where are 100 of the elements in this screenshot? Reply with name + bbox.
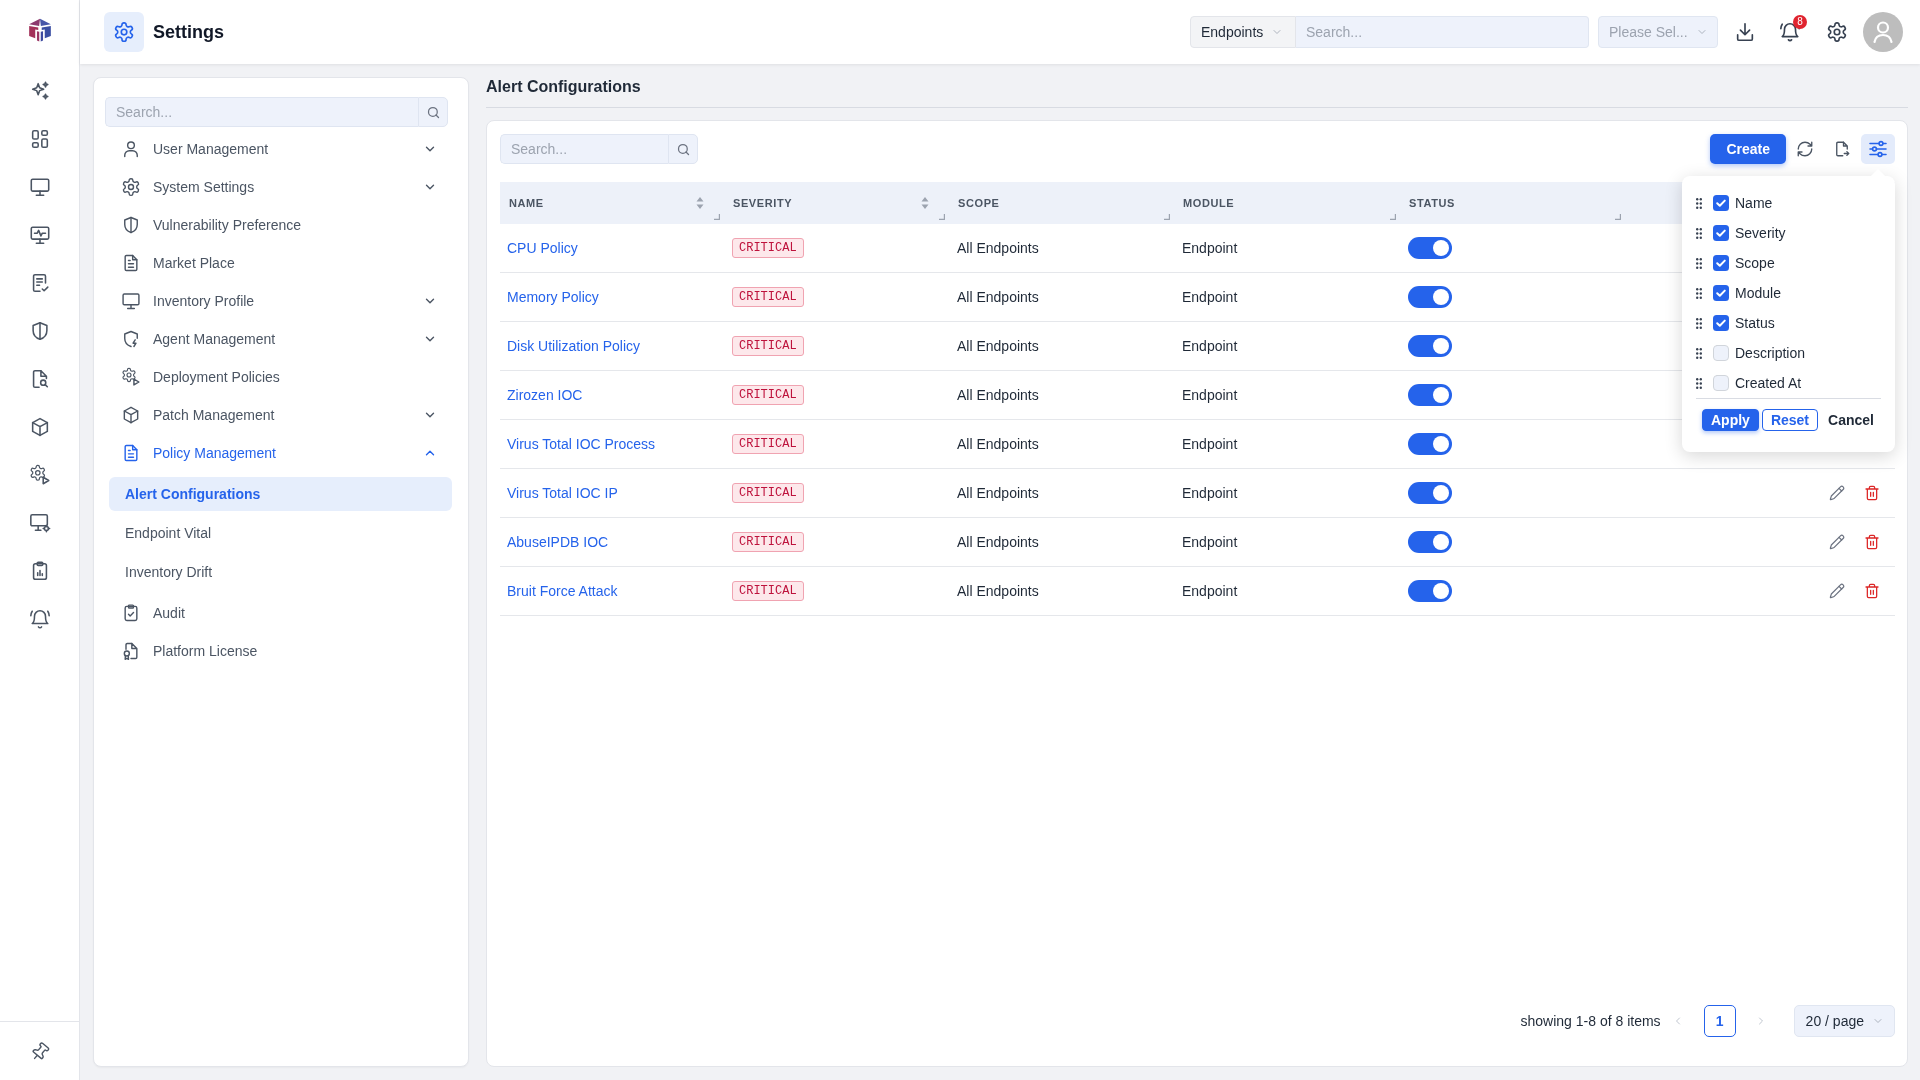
sidebar-item[interactable]: Patch Management — [105, 396, 448, 434]
sidebar-item[interactable]: Platform License — [105, 632, 448, 670]
pencil-icon[interactable] — [1829, 485, 1845, 501]
status-toggle[interactable] — [1408, 286, 1452, 308]
severity-badge: CRITICAL — [732, 238, 804, 258]
bell-icon[interactable] — [28, 608, 51, 630]
trash-icon[interactable] — [1864, 583, 1880, 599]
policy-link[interactable]: Memory Policy — [507, 289, 599, 305]
sidebar-subitem[interactable]: Endpoint Vital — [109, 516, 452, 550]
gear-icon — [104, 12, 144, 52]
export-icon[interactable] — [1833, 140, 1851, 158]
module-text: Endpoint — [1182, 240, 1238, 256]
resize-handle-icon[interactable] — [1164, 214, 1170, 220]
scope-select[interactable]: Endpoints — [1190, 16, 1296, 48]
column-option-label: Description — [1735, 345, 1806, 361]
policy-link[interactable]: AbuseIPDB IOC — [507, 534, 609, 550]
status-toggle[interactable] — [1408, 433, 1452, 455]
drag-handle-icon[interactable] — [1696, 197, 1702, 209]
sidebar-item[interactable]: User Management — [105, 130, 448, 168]
sidebar-subitem[interactable]: Inventory Drift — [109, 555, 452, 589]
filter-select[interactable]: Please Sel... — [1598, 16, 1718, 48]
checkbox[interactable] — [1713, 285, 1729, 301]
severity-badge: CRITICAL — [732, 434, 804, 454]
status-toggle[interactable] — [1408, 482, 1452, 504]
checkbox[interactable] — [1713, 315, 1729, 331]
checkbox[interactable] — [1713, 195, 1729, 211]
user-icon — [121, 139, 141, 159]
monitor-icon[interactable] — [28, 176, 51, 198]
refresh-icon[interactable] — [1796, 140, 1814, 158]
sidebar-item[interactable]: Vulnerability Preference — [105, 206, 448, 244]
page-size-select[interactable]: 20 / page — [1793, 1005, 1895, 1037]
sidebar-item[interactable]: Inventory Profile — [105, 282, 448, 320]
gear-play-icon[interactable] — [28, 464, 51, 486]
search-button[interactable] — [418, 97, 448, 127]
column-header[interactable]: NAME — [500, 182, 724, 224]
drag-handle-icon[interactable] — [1696, 377, 1702, 389]
drag-handle-icon[interactable] — [1696, 257, 1702, 269]
search-field[interactable]: Search... — [500, 134, 668, 164]
download-icon[interactable] — [1734, 21, 1756, 43]
status-toggle[interactable] — [1408, 531, 1452, 553]
pencil-icon[interactable] — [1829, 534, 1845, 550]
status-toggle[interactable] — [1408, 237, 1452, 259]
pencil-icon[interactable] — [1829, 583, 1845, 599]
apply-button[interactable]: Apply — [1702, 409, 1759, 431]
drag-handle-icon[interactable] — [1696, 287, 1702, 299]
sidebar-subitem[interactable]: Alert Configurations — [109, 477, 452, 511]
search-button[interactable] — [668, 134, 698, 164]
policy-link[interactable]: CPU Policy — [507, 240, 578, 256]
sidebar-item[interactable]: Audit — [105, 594, 448, 632]
drag-handle-icon[interactable] — [1696, 347, 1702, 359]
severity-badge: CRITICAL — [732, 483, 804, 503]
search-field[interactable]: Search... — [1296, 16, 1589, 48]
document-icon — [121, 443, 141, 463]
policy-link[interactable]: Virus Total IOC IP — [507, 485, 618, 501]
checkbox[interactable] — [1713, 255, 1729, 271]
drag-handle-icon[interactable] — [1696, 317, 1702, 329]
settings-icon[interactable] — [1826, 21, 1848, 43]
column-header[interactable]: MODULE — [1174, 182, 1400, 224]
resize-handle-icon[interactable] — [714, 214, 720, 220]
policy-link[interactable]: Virus Total IOC Process — [507, 436, 656, 452]
cancel-button[interactable]: Cancel — [1823, 409, 1879, 431]
policy-link[interactable]: Disk Utilization Policy — [507, 338, 641, 354]
module-text: Endpoint — [1182, 534, 1238, 550]
gear-play-icon — [121, 367, 141, 387]
checkbox[interactable] — [1713, 345, 1729, 361]
status-toggle[interactable] — [1408, 580, 1452, 602]
sidebar-item[interactable]: Policy Management — [105, 434, 448, 472]
trash-icon[interactable] — [1864, 534, 1880, 550]
page-button[interactable]: 1 — [1703, 1005, 1736, 1037]
resize-handle-icon[interactable] — [1615, 214, 1621, 220]
checkbox[interactable] — [1713, 375, 1729, 391]
reset-button[interactable]: Reset — [1761, 409, 1819, 431]
sidebar-item[interactable]: System Settings — [105, 168, 448, 206]
pin-icon[interactable] — [29, 1042, 50, 1062]
column-option-label: Status — [1735, 315, 1775, 331]
column-header[interactable]: SCOPE — [949, 182, 1174, 224]
sidebar-item[interactable]: Deployment Policies — [105, 358, 448, 396]
module-text: Endpoint — [1182, 583, 1238, 599]
severity-badge: CRITICAL — [732, 581, 804, 601]
column-header[interactable]: SEVERITY — [724, 182, 949, 224]
status-toggle[interactable] — [1408, 384, 1452, 406]
status-toggle[interactable] — [1408, 335, 1452, 357]
resize-handle-icon[interactable] — [939, 214, 945, 220]
sidebar-item[interactable]: Market Place — [105, 244, 448, 282]
column-settings-icon[interactable] — [1861, 134, 1895, 164]
sidebar-item[interactable]: Agent Management — [105, 320, 448, 358]
checkbox[interactable] — [1713, 225, 1729, 241]
scope-text: All Endpoints — [957, 338, 1039, 354]
column-header[interactable]: STATUS — [1400, 182, 1625, 224]
logo-icon — [26, 17, 53, 43]
monitor-gear-icon[interactable] — [28, 512, 51, 534]
policy-link[interactable]: Bruit Force Attack — [507, 583, 618, 599]
trash-icon[interactable] — [1864, 485, 1880, 501]
drag-handle-icon[interactable] — [1696, 227, 1702, 239]
search-field[interactable]: Search... — [105, 97, 418, 127]
resize-handle-icon[interactable] — [1390, 214, 1396, 220]
cube-icon — [121, 405, 141, 425]
create-button[interactable]: Create — [1710, 134, 1786, 164]
monitor-pulse-icon[interactable] — [28, 224, 51, 246]
policy-link[interactable]: Zirozen IOC — [507, 387, 583, 403]
